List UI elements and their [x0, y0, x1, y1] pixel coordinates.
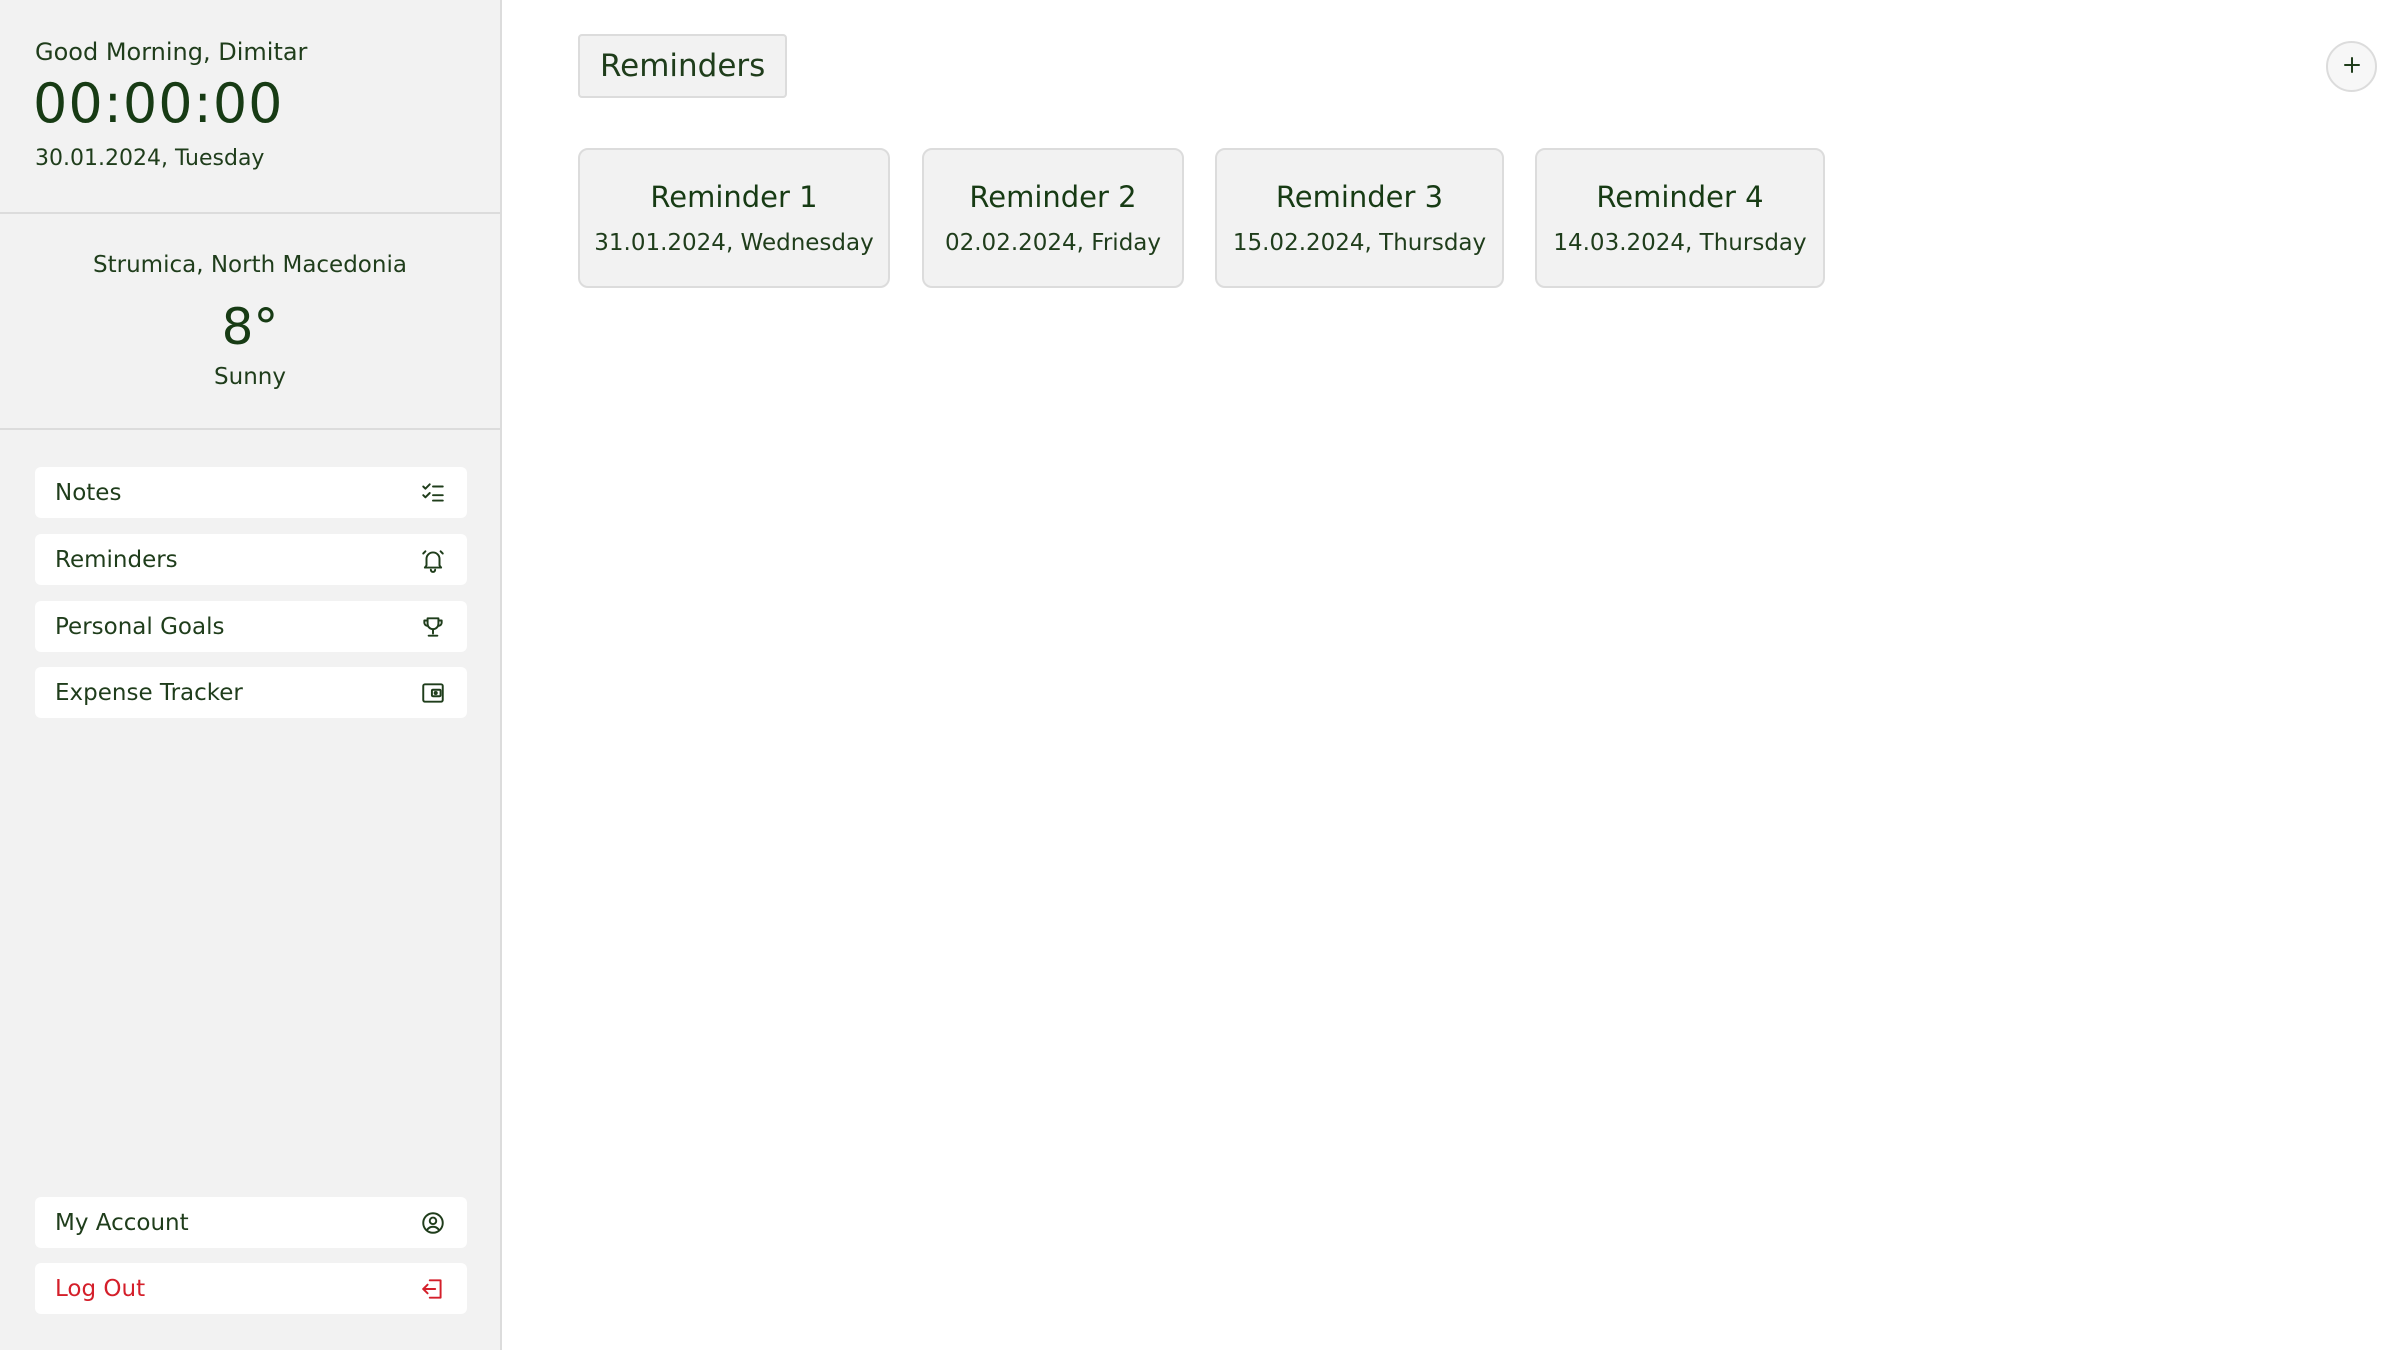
- reminder-title: Reminder 4: [1596, 180, 1764, 214]
- sidebar-item-label: Reminders: [55, 546, 178, 573]
- weather-widget: Strumica, North Macedonia 8° Sunny: [0, 214, 500, 430]
- log-out-button[interactable]: Log Out: [35, 1263, 467, 1314]
- reminder-card[interactable]: Reminder 4 14.03.2024, Thursday: [1535, 148, 1825, 288]
- reminder-title: Reminder 3: [1275, 180, 1444, 214]
- reminder-date: 15.02.2024, Thursday: [1232, 230, 1487, 256]
- wallet-icon: [419, 679, 447, 707]
- weather-location: Strumica, North Macedonia: [93, 252, 407, 278]
- add-reminder-button[interactable]: [2326, 41, 2377, 92]
- sidebar-item-label: Expense Tracker: [55, 679, 243, 706]
- reminder-date: 14.03.2024, Thursday: [1553, 230, 1807, 256]
- sidebar-item-label: Notes: [55, 479, 122, 506]
- page-title: Reminders: [578, 34, 788, 98]
- sidebar-item-label: Personal Goals: [55, 613, 225, 640]
- clock: 00:00:00: [33, 72, 284, 135]
- sidebar: Good Morning, Dimitar 00:00:00 30.01.202…: [0, 0, 502, 1350]
- greeting-text: Good Morning, Dimitar: [35, 38, 308, 66]
- my-account-button[interactable]: My Account: [35, 1197, 467, 1248]
- reminder-card[interactable]: Reminder 3 15.02.2024, Thursday: [1215, 148, 1504, 288]
- trophy-icon: [419, 613, 447, 641]
- sidebar-item-personal-goals[interactable]: Personal Goals: [35, 601, 467, 652]
- bell-icon: [419, 546, 447, 574]
- reminder-title: Reminder 2: [969, 180, 1137, 214]
- weather-condition: Sunny: [214, 364, 286, 390]
- user-circle-icon: [419, 1209, 447, 1237]
- current-date: 30.01.2024, Tuesday: [35, 146, 265, 171]
- log-out-label: Log Out: [55, 1275, 146, 1302]
- sidebar-item-reminders[interactable]: Reminders: [35, 534, 467, 585]
- sidebar-item-notes[interactable]: Notes: [35, 467, 467, 518]
- app-window: Good Morning, Dimitar 00:00:00 30.01.202…: [0, 0, 2400, 1350]
- logout-icon: [419, 1275, 447, 1303]
- reminder-date: 31.01.2024, Wednesday: [594, 230, 874, 256]
- weather-temperature: 8°: [221, 298, 279, 356]
- reminder-title: Reminder 1: [650, 180, 818, 214]
- my-account-label: My Account: [55, 1209, 189, 1236]
- greeting-block: Good Morning, Dimitar 00:00:00 30.01.202…: [0, 0, 500, 214]
- checklist-icon: [419, 479, 447, 507]
- reminder-card[interactable]: Reminder 2 02.02.2024, Friday: [922, 148, 1184, 288]
- sidebar-item-expense-tracker[interactable]: Expense Tracker: [35, 667, 467, 718]
- reminder-card[interactable]: Reminder 1 31.01.2024, Wednesday: [578, 148, 890, 288]
- reminder-date: 02.02.2024, Friday: [944, 230, 1162, 256]
- plus-icon: [2340, 53, 2364, 81]
- main-content: Reminders Reminder 1 31.01.2024, Wednesd…: [502, 0, 2400, 1350]
